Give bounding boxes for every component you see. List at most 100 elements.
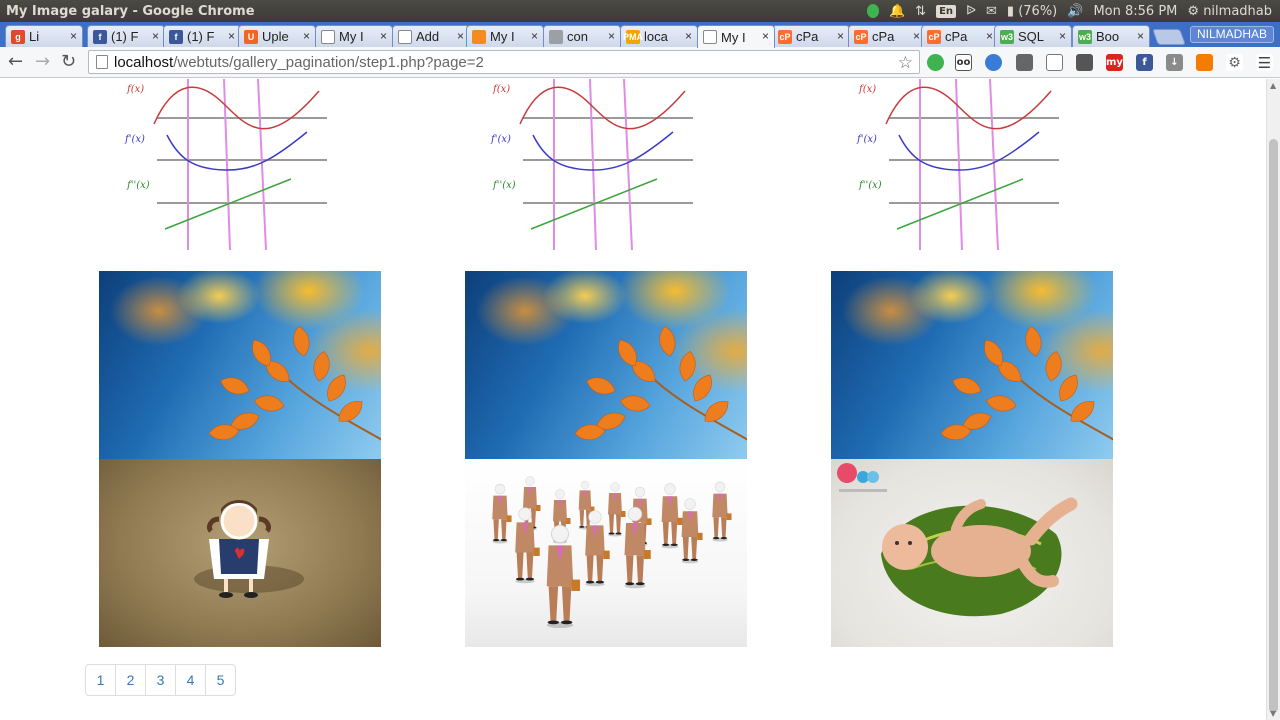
tab-close-icon[interactable]: × xyxy=(228,29,235,43)
mail-icon[interactable]: ✉ xyxy=(986,4,997,19)
tab-9[interactable]: PMA loca × xyxy=(620,25,698,47)
profile-button[interactable]: NILMADHAB xyxy=(1189,26,1274,43)
baby-on-leaf-image xyxy=(831,459,1113,647)
tab-5[interactable]: My I × xyxy=(315,25,393,47)
scroll-down-arrow-icon[interactable]: ▼ xyxy=(1270,709,1276,718)
tab-close-icon[interactable]: × xyxy=(986,29,993,43)
vertical-scrollbar[interactable]: ▲ ▼ xyxy=(1266,79,1280,720)
tab-close-icon[interactable]: × xyxy=(1137,29,1144,43)
tab-favicon-icon: f xyxy=(169,29,183,44)
tab-close-icon[interactable]: × xyxy=(457,29,464,43)
business-men-image xyxy=(465,459,747,647)
new-tab-button[interactable] xyxy=(1152,29,1186,45)
cloud-extension-icon[interactable] xyxy=(1046,54,1063,71)
clock[interactable]: Mon 8:56 PM xyxy=(1093,4,1177,19)
page-icon xyxy=(96,55,108,69)
graph-image: f(x) f'(x) f''(x) xyxy=(465,79,747,255)
tab-close-icon[interactable]: × xyxy=(913,29,920,43)
settings-extension-icon[interactable]: ⚙ xyxy=(1226,54,1243,71)
tab-label: cPa xyxy=(872,29,895,44)
eyes-extension-icon[interactable]: oo xyxy=(955,54,972,71)
tab-close-icon[interactable]: × xyxy=(685,29,692,43)
page-link-2[interactable]: 2 xyxy=(115,664,146,696)
tab-10[interactable]: My I × xyxy=(697,25,775,48)
tab-close-icon[interactable]: × xyxy=(608,29,615,43)
tab-label: loca xyxy=(644,29,668,44)
tab-14[interactable]: w3 SQL × xyxy=(994,25,1072,47)
tab-label: cPa xyxy=(796,29,819,44)
evernote-indicator-icon[interactable] xyxy=(866,4,879,18)
back-button[interactable]: ← xyxy=(8,52,23,72)
system-indicators: 🔔 ⇅ En ᐉ ✉ ▮ (76%) 🔊 Mon 8:56 PM ⚙ nilma… xyxy=(866,0,1280,22)
tab-close-icon[interactable]: × xyxy=(1059,29,1066,43)
graph-label-fp: f'(x) xyxy=(490,134,511,145)
page-link-5[interactable]: 5 xyxy=(205,664,236,696)
tab-favicon-icon: PMA xyxy=(623,29,643,44)
myapp-extension-icon[interactable]: my xyxy=(1106,54,1123,71)
tab-7[interactable]: My I × xyxy=(466,25,544,47)
scroll-up-arrow-icon[interactable]: ▲ xyxy=(1270,81,1276,90)
tab-13[interactable]: cP cPa × xyxy=(921,25,999,47)
tab-2[interactable]: f (1) F × xyxy=(87,25,165,47)
keyboard-layout-indicator[interactable]: En xyxy=(936,4,957,18)
forward-button[interactable]: → xyxy=(35,52,50,72)
tab-close-icon[interactable]: × xyxy=(531,29,538,43)
tab-4[interactable]: U Uple × xyxy=(238,25,316,47)
autumn-leaf-image xyxy=(99,271,381,459)
url-path: /webtuts/gallery_pagination/step1.php?pa… xyxy=(173,53,484,71)
tab-close-icon[interactable]: × xyxy=(762,29,769,43)
crying-girl-image xyxy=(99,459,381,647)
tab-label: Uple xyxy=(262,29,289,44)
graph-image: f(x) f'(x) f''(x) xyxy=(99,79,381,255)
user-menu[interactable]: ⚙ nilmadhab xyxy=(1187,4,1272,19)
page-link-3[interactable]: 3 xyxy=(145,664,176,696)
tab-label: (1) F xyxy=(187,29,215,44)
browser-toolbar: ← → ↻ localhost/webtuts/gallery_paginati… xyxy=(0,47,1280,78)
url-host: localhost xyxy=(114,53,174,71)
url-text[interactable]: localhost/webtuts/gallery_pagination/ste… xyxy=(114,54,484,71)
evernote-extension-icon[interactable] xyxy=(927,54,944,71)
tab-11[interactable]: cP cPa × xyxy=(772,25,850,47)
network-transfer-icon[interactable]: ⇅ xyxy=(915,4,926,19)
notification-bell-icon[interactable]: 🔔 xyxy=(889,4,905,19)
download-extension-icon[interactable]: ↓ xyxy=(1166,54,1183,71)
window-title: My Image galary - Google Chrome xyxy=(6,3,255,19)
tab-8[interactable]: con × xyxy=(543,25,621,47)
tab-label: Add xyxy=(416,29,440,44)
tab-label: Boo xyxy=(1096,29,1120,44)
page-link-1[interactable]: 1 xyxy=(85,664,116,696)
mail-extension-icon[interactable] xyxy=(1016,54,1033,71)
tab-6[interactable]: Add × xyxy=(392,25,470,47)
volume-icon[interactable]: 🔊 xyxy=(1067,4,1083,19)
tab-label: My I xyxy=(490,29,515,44)
bug-extension-icon[interactable] xyxy=(1076,54,1093,71)
tab-label: Li xyxy=(29,29,40,44)
tab-close-icon[interactable]: × xyxy=(837,29,844,43)
tab-15[interactable]: w3 Boo × xyxy=(1072,25,1150,47)
bluetooth-icon[interactable]: ᐉ xyxy=(966,4,976,19)
scrollbar-thumb[interactable] xyxy=(1269,139,1278,713)
facebook-extension-icon[interactable]: f xyxy=(1136,54,1153,71)
globe-extension-icon[interactable] xyxy=(985,54,1002,71)
graph-image: f(x) f'(x) f''(x) xyxy=(831,79,1113,255)
bookmark-star-icon[interactable]: ☆ xyxy=(898,53,913,73)
page-link-4[interactable]: 4 xyxy=(175,664,206,696)
analytics-extension-icon[interactable] xyxy=(1196,54,1213,71)
tab-close-icon[interactable]: × xyxy=(70,29,77,43)
tab-favicon-icon: cP xyxy=(927,29,941,44)
tab-favicon-icon: U xyxy=(244,29,258,44)
tab-close-icon[interactable]: × xyxy=(152,29,159,43)
tab-close-icon[interactable]: × xyxy=(303,29,310,43)
tab-3[interactable]: f (1) F × xyxy=(163,25,241,47)
address-bar[interactable]: localhost/webtuts/gallery_pagination/ste… xyxy=(88,50,920,74)
battery-indicator[interactable]: ▮ (76%) xyxy=(1007,4,1057,19)
tab-close-icon[interactable]: × xyxy=(380,29,387,43)
tab-strip: g Li × f (1) F × f (1) F × U Uple × My I × Add × My I × co… xyxy=(0,22,1280,48)
tab-favicon-icon: f xyxy=(93,29,107,44)
battery-percent: (76%) xyxy=(1018,3,1058,19)
tab-12[interactable]: cP cPa × xyxy=(848,25,926,47)
tab-1[interactable]: g Li × xyxy=(5,25,83,47)
tab-label: con xyxy=(567,29,588,44)
chrome-menu-icon[interactable]: ☰ xyxy=(1256,54,1273,72)
reload-button[interactable]: ↻ xyxy=(61,52,76,72)
